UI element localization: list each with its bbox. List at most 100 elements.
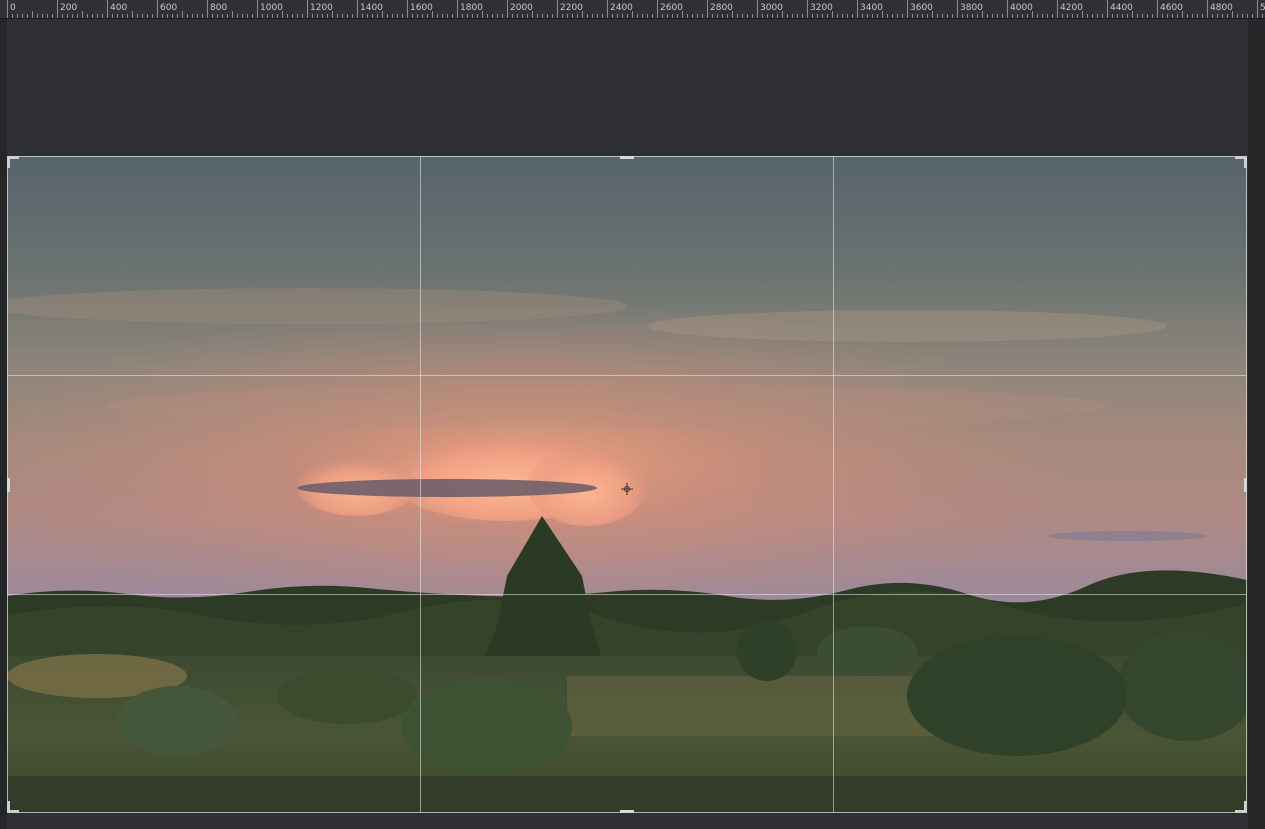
ruler-minor-tick xyxy=(852,14,853,18)
ruler-minor-tick xyxy=(67,14,68,18)
ruler-label: 2000 xyxy=(510,3,533,13)
ruler-major-tick xyxy=(657,0,658,18)
ruler-minor-tick xyxy=(1062,14,1063,18)
ruler-minor-tick xyxy=(1237,14,1238,18)
vertical-scrollbar[interactable] xyxy=(1248,19,1265,829)
ruler-minor-tick xyxy=(297,14,298,18)
ruler-major-tick xyxy=(207,0,208,18)
ruler-minor-tick xyxy=(512,14,513,18)
ruler-label: 2600 xyxy=(660,3,683,13)
ruler-minor-tick xyxy=(902,14,903,18)
ruler-minor-tick xyxy=(392,14,393,18)
ruler-minor-tick xyxy=(652,14,653,18)
ruler-minor-tick xyxy=(582,11,583,18)
ruler-minor-tick xyxy=(722,14,723,18)
ruler-minor-tick xyxy=(1047,14,1048,18)
ruler-minor-tick xyxy=(467,14,468,18)
ruler-label: 3800 xyxy=(960,3,983,13)
ruler-minor-tick xyxy=(162,14,163,18)
ruler-minor-tick xyxy=(697,14,698,18)
crop-handle-top[interactable] xyxy=(620,156,634,159)
ruler-minor-tick xyxy=(1217,14,1218,18)
ruler-minor-tick xyxy=(97,14,98,18)
ruler-minor-tick xyxy=(287,14,288,18)
ruler-minor-tick xyxy=(122,14,123,18)
ruler-minor-tick xyxy=(912,14,913,18)
crop-handle-bottom-right[interactable] xyxy=(1235,801,1247,813)
ruler-label: 4600 xyxy=(1160,3,1183,13)
ruler-minor-tick xyxy=(1252,14,1253,18)
ruler-minor-tick xyxy=(347,14,348,18)
ruler-major-tick xyxy=(1257,0,1258,18)
crop-handle-right[interactable] xyxy=(1244,478,1247,492)
ruler-major-tick xyxy=(407,0,408,18)
ruler-minor-tick xyxy=(1227,14,1228,18)
ruler-minor-tick xyxy=(1017,14,1018,18)
crop-handle-top-left[interactable] xyxy=(7,156,19,168)
crop-handle-top-right[interactable] xyxy=(1235,156,1247,168)
ruler-minor-tick xyxy=(952,14,953,18)
ruler-major-tick xyxy=(307,0,308,18)
ruler-minor-tick xyxy=(147,14,148,18)
ruler-minor-tick xyxy=(662,14,663,18)
ruler-minor-tick xyxy=(1087,14,1088,18)
ruler-major-tick xyxy=(457,0,458,18)
ruler-minor-tick xyxy=(782,11,783,18)
ruler-label: 1000 xyxy=(260,3,283,13)
ruler-minor-tick xyxy=(987,14,988,18)
ruler-minor-tick xyxy=(1172,14,1173,18)
ruler-label: 4000 xyxy=(1010,3,1033,13)
ruler-minor-tick xyxy=(367,14,368,18)
ruler-minor-tick xyxy=(1002,14,1003,18)
ruler-minor-tick xyxy=(747,14,748,18)
ruler-major-tick xyxy=(1107,0,1108,18)
ruler-label: 600 xyxy=(160,3,178,13)
ruler-minor-tick xyxy=(572,14,573,18)
ruler-minor-tick xyxy=(232,11,233,18)
ruler-minor-tick xyxy=(87,14,88,18)
ruler-minor-tick xyxy=(667,14,668,18)
ruler-minor-tick xyxy=(77,14,78,18)
ruler-minor-tick xyxy=(927,14,928,18)
ruler-major-tick xyxy=(1207,0,1208,18)
ruler-minor-tick xyxy=(1052,14,1053,18)
ruler-minor-tick xyxy=(1202,14,1203,18)
ruler-label: 2200 xyxy=(560,3,583,13)
ruler-minor-tick xyxy=(977,14,978,18)
ruler-minor-tick xyxy=(1082,11,1083,18)
ruler-minor-tick xyxy=(212,14,213,18)
ruler-minor-tick xyxy=(252,14,253,18)
ruler-minor-tick xyxy=(1197,14,1198,18)
crop-handle-bottom[interactable] xyxy=(620,810,634,813)
ruler-minor-tick xyxy=(1117,14,1118,18)
ruler-minor-tick xyxy=(17,14,18,18)
horizontal-ruler[interactable]: 0 200 400 600 800 1000 1200 1400 1600 1800 2000 220… xyxy=(0,0,1265,19)
ruler-minor-tick xyxy=(222,14,223,18)
ruler-minor-tick xyxy=(932,11,933,18)
crosshair-icon[interactable] xyxy=(621,480,633,495)
ruler-minor-tick xyxy=(737,14,738,18)
ruler-minor-tick xyxy=(127,14,128,18)
crop-handle-bottom-left[interactable] xyxy=(7,801,19,813)
ruler-minor-tick xyxy=(337,14,338,18)
ruler-minor-tick xyxy=(1137,14,1138,18)
ruler-minor-tick xyxy=(242,14,243,18)
ruler-minor-tick xyxy=(417,14,418,18)
crop-handle-left[interactable] xyxy=(7,478,10,492)
ruler-minor-tick xyxy=(1177,14,1178,18)
ruler-minor-tick xyxy=(1122,14,1123,18)
ruler-minor-tick xyxy=(727,14,728,18)
ruler-minor-tick xyxy=(587,14,588,18)
ruler-minor-tick xyxy=(832,11,833,18)
ruler-minor-tick xyxy=(37,14,38,18)
ruler-minor-tick xyxy=(1072,14,1073,18)
ruler-minor-tick xyxy=(872,14,873,18)
ruler-minor-tick xyxy=(982,11,983,18)
ruler-minor-tick xyxy=(1167,14,1168,18)
ruler-label: 4800 xyxy=(1210,3,1233,13)
ruler-minor-tick xyxy=(172,14,173,18)
ruler-major-tick xyxy=(707,0,708,18)
ruler-minor-tick xyxy=(672,14,673,18)
ruler-major-tick xyxy=(107,0,108,18)
ruler-minor-tick xyxy=(527,14,528,18)
